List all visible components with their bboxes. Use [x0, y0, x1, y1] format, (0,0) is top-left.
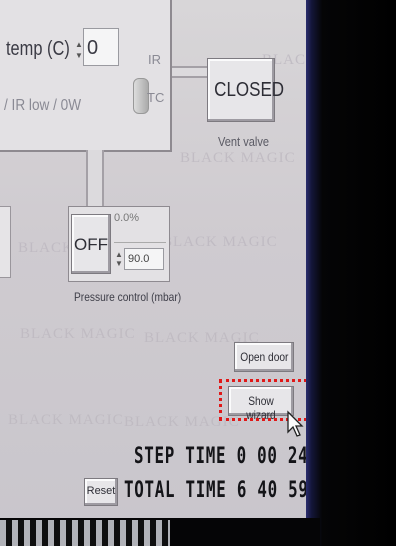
pressure-stepper[interactable]: ▲ ▼	[115, 250, 123, 268]
open-door-label: Open door	[239, 350, 289, 364]
pressure-control-button[interactable]: OFF	[71, 214, 111, 274]
open-door-button[interactable]: Open door	[234, 342, 294, 372]
left-panel-edge	[0, 206, 11, 278]
heater-mode-note: / IR low / 0W	[4, 97, 82, 114]
vent-valve-state: CLOSED	[214, 79, 285, 101]
vent-pipe	[172, 66, 208, 78]
temperature-panel: temp (C) ▲ ▼ 0 / IR low / 0W	[0, 0, 172, 152]
step-time-display: STEP TIME 0 00 24	[134, 444, 309, 469]
app-screen: BLACK MAGIC BLACK MAGIC BLACK MAGIC BLAC…	[0, 0, 310, 528]
reset-button[interactable]: Reset	[84, 478, 118, 506]
temperature-label: temp (C)	[6, 38, 70, 60]
tc-label: TC	[147, 90, 165, 105]
total-time-display: TOTAL TIME 6 40 59	[124, 478, 309, 503]
vent-valve-label: Vent valve	[218, 134, 269, 149]
temperature-stepper[interactable]: ▲ ▼	[75, 39, 83, 63]
divider	[114, 242, 166, 243]
temperature-input[interactable]: 0	[83, 28, 119, 66]
watermark: BLACK MAGIC	[20, 326, 136, 342]
pressure-setpoint-input[interactable]: 90.0	[124, 248, 164, 270]
mouse-cursor-icon	[287, 410, 304, 437]
watermark: BLACK MAGIC	[180, 150, 296, 166]
pressure-readout: 0.0%	[114, 212, 140, 224]
monitor-bezel	[306, 0, 396, 546]
background-stripes	[0, 520, 170, 546]
watermark: BLACK MAGIC	[8, 412, 124, 428]
pressure-control-label: Pressure control (mbar)	[74, 290, 182, 304]
watermark: BLACK MAGIC	[162, 234, 278, 250]
vent-valve-button[interactable]: CLOSED	[207, 58, 284, 122]
pressure-pipe	[86, 150, 104, 206]
ir-label: IR	[148, 52, 161, 67]
